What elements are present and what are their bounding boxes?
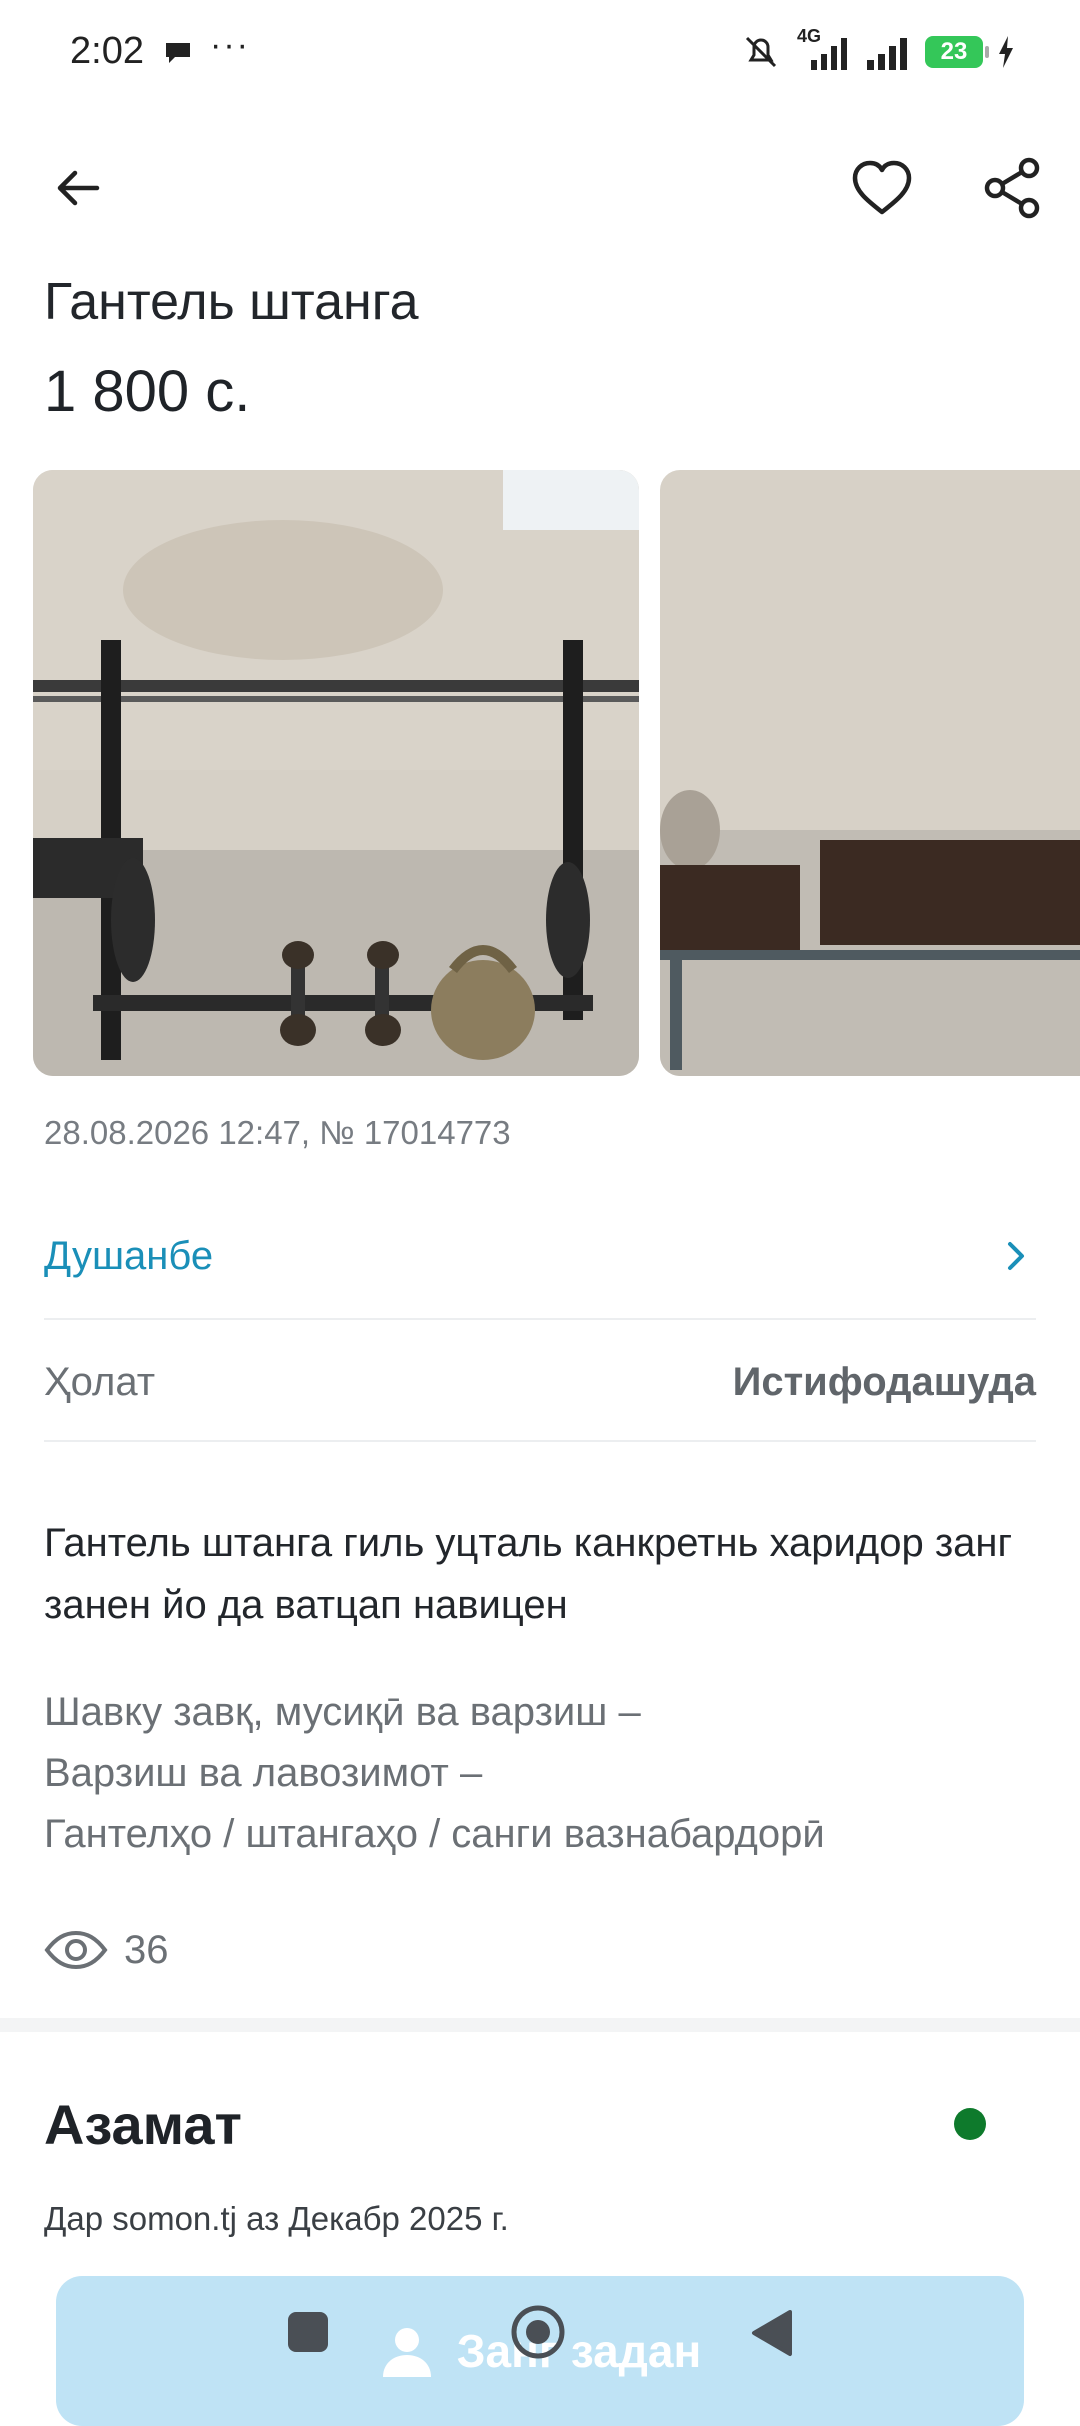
mute-icon — [745, 36, 777, 68]
listing-title: Гантель штанга — [44, 273, 419, 331]
online-status-dot — [954, 2108, 986, 2140]
views-count: 36 — [124, 1927, 169, 1972]
city-link[interactable]: Душанбе — [44, 1234, 213, 1279]
photo-bench — [660, 470, 1080, 1076]
listing-meta: 28.08.2026 12:47, № 17014773 — [44, 1114, 511, 1151]
status-time: 2:02 — [70, 30, 144, 72]
back-button[interactable] — [38, 148, 118, 228]
home-circle-icon[interactable] — [510, 2304, 566, 2360]
nav-back-triangle-icon[interactable] — [748, 2308, 794, 2358]
listing-price: 1 800 с. — [44, 359, 251, 424]
category-item[interactable]: Варзиш ва лавозимот – — [44, 1743, 1036, 1804]
share-button[interactable] — [972, 148, 1052, 228]
section-separator — [0, 2018, 1080, 2032]
condition-value: Истифодашуда — [732, 1359, 1036, 1404]
listing-photo-1[interactable] — [33, 470, 639, 1076]
photo-weights-rack — [33, 470, 639, 1076]
photo-gallery[interactable] — [0, 470, 1080, 1076]
chevron-right-icon — [1008, 1242, 1024, 1270]
arrow-left-icon — [57, 170, 100, 206]
signal-icon — [867, 38, 907, 70]
views-counter: 36 — [44, 1922, 169, 1978]
city-row[interactable]: Душанбе — [44, 1218, 1036, 1294]
recent-apps-square-icon[interactable] — [288, 2312, 328, 2352]
category-path: Шавку завқ, мусиқӣ ва варзиш – Варзиш ва… — [44, 1682, 1036, 1865]
charging-icon — [999, 36, 1013, 68]
share-icon — [984, 157, 1040, 219]
battery-icon: 23 — [925, 36, 989, 68]
status-icons: 4G 23 — [739, 26, 1015, 74]
battery-level: 23 — [940, 38, 968, 65]
signal-4g-icon: 4G — [797, 26, 851, 72]
condition-row: Ҳолат Истифодашуда — [44, 1344, 1036, 1420]
seller-name[interactable]: Азамат — [44, 2092, 242, 2157]
condition-label: Ҳолат — [44, 1359, 156, 1404]
status-bar: 2:02 ··· 4G 23 — [0, 0, 1080, 105]
heart-outline-icon — [852, 160, 912, 215]
listing-description: Гантель штанга гиль уцталь канкретнь хар… — [44, 1521, 1013, 1627]
divider — [44, 1318, 1036, 1320]
divider — [44, 1440, 1036, 1442]
seller-since: Дар somon.tj аз Декабр 2025 г. — [44, 2200, 509, 2237]
listing-photo-2[interactable] — [660, 470, 1080, 1076]
favorite-button[interactable] — [842, 148, 922, 228]
status-more: ··· — [210, 26, 250, 64]
chat-bubble-icon — [166, 43, 190, 63]
eye-icon — [44, 1930, 108, 1970]
category-item[interactable]: Шавку завқ, мусиқӣ ва варзиш – — [44, 1682, 1036, 1743]
category-item[interactable]: Гантелҳо / штангаҳо / санги вазнабардорӣ — [44, 1804, 1036, 1865]
system-nav-bar — [0, 2292, 1080, 2400]
